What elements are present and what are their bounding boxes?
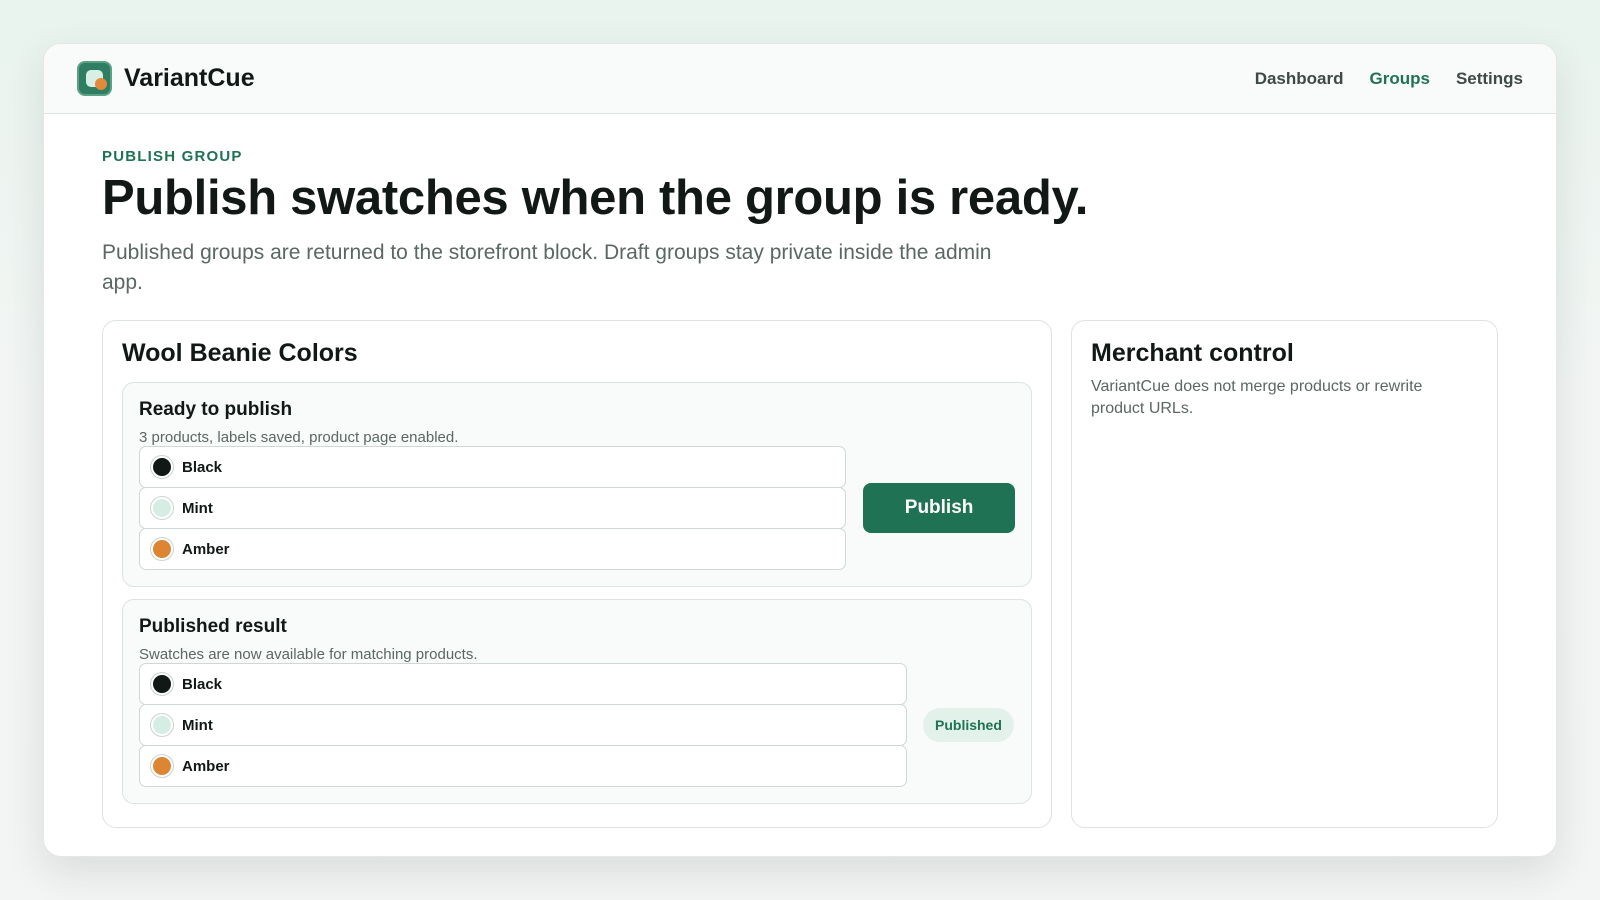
brand[interactable]: VariantCue [77, 61, 255, 96]
swatch-color-dot [151, 456, 173, 479]
swatch-item-mint[interactable]: Mint [139, 704, 907, 747]
swatch-item-amber[interactable]: Amber [139, 745, 907, 788]
swatch-color-dot [151, 755, 173, 778]
group-name: Wool Beanie Colors [122, 339, 358, 368]
merchant-control-title: Merchant control [1091, 339, 1294, 368]
variantcue-logo-icon [77, 61, 112, 96]
nav-dashboard[interactable]: Dashboard [1255, 69, 1344, 89]
publish-button[interactable]: Publish [863, 483, 1015, 534]
status-badge: Published [923, 708, 1014, 743]
top-bar: VariantCue Dashboard Groups Settings [44, 44, 1556, 114]
logo-dot [95, 78, 107, 90]
swatch-item-mint[interactable]: Mint [139, 487, 847, 530]
ready-panel: Ready to publish 3 products, labels save… [122, 382, 1032, 588]
result-swatch-list: Black Mint Amber [139, 663, 907, 788]
swatch-color-dot [151, 538, 173, 561]
app-name: VariantCue [124, 64, 255, 92]
result-subtitle: Swatches are now available for matching … [139, 646, 478, 664]
ready-swatch-list: Black Mint Amber [139, 446, 847, 571]
ready-title: Ready to publish [139, 399, 293, 421]
swatch-color-dot [151, 497, 173, 520]
page-title: Publish swatches when the group is ready… [102, 171, 1089, 225]
ready-subtitle: 3 products, labels saved, product page e… [139, 429, 459, 447]
swatch-label: Mint [182, 499, 213, 517]
main-nav: Dashboard Groups Settings [1255, 69, 1523, 89]
page-content: PUBLISH GROUP Publish swatches when the … [44, 114, 1556, 829]
swatch-label: Mint [182, 716, 213, 734]
result-panel: Published result Swatches are now availa… [122, 599, 1032, 805]
result-title: Published result [139, 616, 287, 638]
swatch-item-black[interactable]: Black [139, 446, 847, 489]
swatch-label: Amber [182, 540, 230, 558]
merchant-control-card: Merchant control VariantCue does not mer… [1071, 320, 1498, 829]
result-row: Black Mint Amber Published [139, 663, 1015, 788]
swatch-item-amber[interactable]: Amber [139, 528, 847, 571]
swatch-item-black[interactable]: Black [139, 663, 907, 706]
swatch-label: Black [182, 458, 223, 476]
swatch-color-dot [151, 673, 173, 696]
nav-settings[interactable]: Settings [1456, 69, 1523, 89]
ready-row: Black Mint Amber Publish [139, 446, 1015, 571]
swatch-label: Amber [182, 757, 230, 775]
merchant-control-text: VariantCue does not merge products or re… [1091, 378, 1423, 418]
page-subtitle: Published groups are returned to the sto… [102, 241, 992, 295]
group-card: Wool Beanie Colors Ready to publish 3 pr… [102, 320, 1052, 829]
nav-groups[interactable]: Groups [1369, 69, 1429, 89]
content-grid: Wool Beanie Colors Ready to publish 3 pr… [102, 320, 1498, 829]
page-eyebrow: PUBLISH GROUP [102, 148, 243, 165]
swatch-color-dot [151, 714, 173, 737]
app-window: VariantCue Dashboard Groups Settings PUB… [43, 43, 1557, 857]
swatch-label: Black [182, 675, 223, 693]
